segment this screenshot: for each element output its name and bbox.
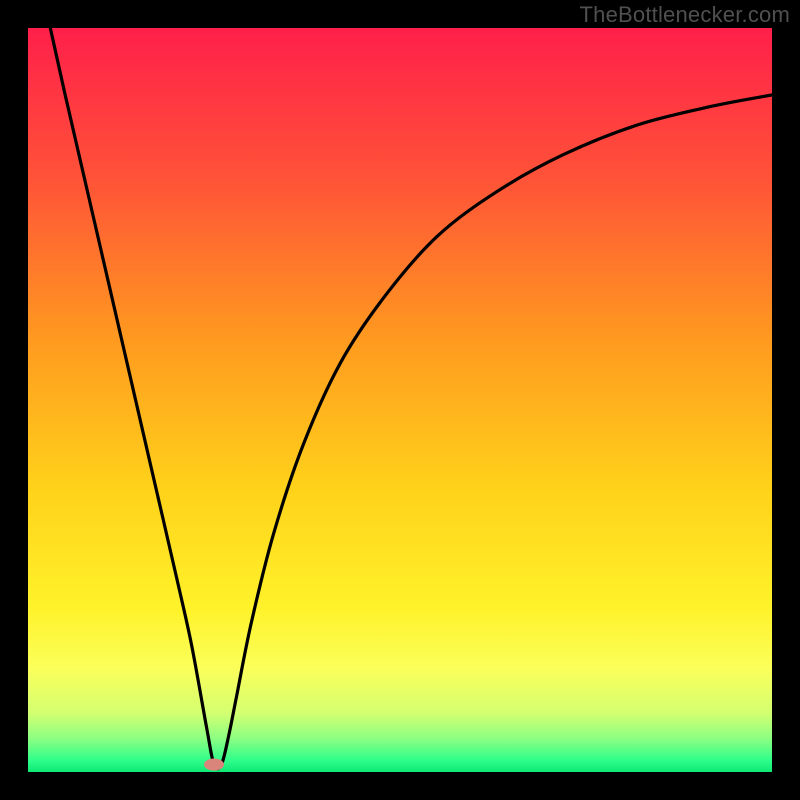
plot-area <box>28 28 772 772</box>
minimum-marker <box>204 759 224 771</box>
chart-frame: TheBottlenecker.com <box>0 0 800 800</box>
bottleneck-chart <box>28 28 772 772</box>
attribution-text: TheBottlenecker.com <box>580 2 790 28</box>
gradient-background <box>28 28 772 772</box>
